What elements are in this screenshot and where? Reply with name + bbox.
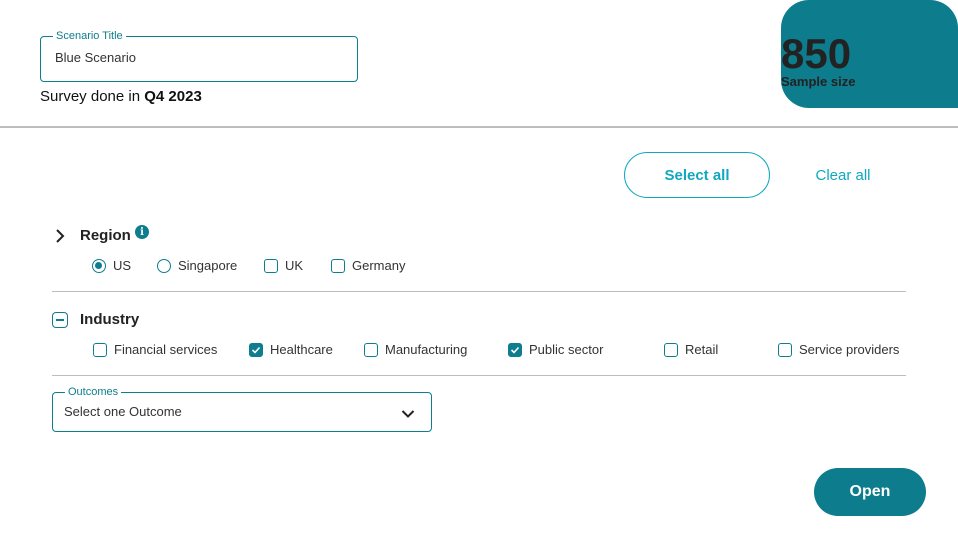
checkbox-icon[interactable] [664,342,678,357]
industry-option-label: Financial services [114,342,218,357]
checkbox-icon[interactable] [778,342,792,357]
clear-all-button[interactable]: Clear all [800,152,886,198]
select-all-button[interactable]: Select all [624,152,770,198]
survey-period-text: Survey done in Q4 2023 [40,88,202,105]
industry-title: Industry [80,311,140,328]
checkbox-icon[interactable] [331,258,345,273]
checkbox-checked-icon[interactable] [249,342,263,357]
industry-option-retail[interactable]: Retail [664,342,718,357]
scenario-title-input[interactable] [55,50,335,65]
survey-period: Q4 2023 [144,88,202,105]
survey-prefix: Survey done in [40,88,141,105]
radio-selected-icon[interactable] [92,258,106,273]
industry-option-financial-services[interactable]: Financial services [93,342,217,357]
region-option-label: Germany [352,258,406,273]
chevron-down-icon[interactable] [401,406,415,424]
region-option-label: Singapore [178,258,238,273]
scenario-title-field[interactable]: Scenario Title [40,29,358,82]
checkbox-icon[interactable] [93,342,107,357]
industry-option-label: Retail [685,342,719,357]
industry-divider [52,375,906,376]
region-divider [52,291,906,292]
checkbox-checked-icon[interactable] [508,342,522,357]
scenario-title-legend: Scenario Title [53,29,126,43]
sample-size-card: 850 Sample size [781,0,958,108]
industry-option-service-providers[interactable]: Service providers [778,342,899,357]
industry-option-public-sector[interactable]: Public sector [508,342,603,357]
chevron-right-icon[interactable] [52,228,68,244]
industry-option-label: Service providers [799,342,900,357]
header-divider [0,126,958,128]
industry-option-manufacturing[interactable]: Manufacturing [364,342,467,357]
open-button[interactable]: Open [814,468,926,516]
checkbox-icon[interactable] [264,258,278,273]
region-option-label: US [113,258,132,273]
industry-option-healthcare[interactable]: Healthcare [249,342,333,357]
region-title: Region [80,227,131,244]
info-icon[interactable]: i [135,225,149,239]
sample-size-label: Sample size [781,74,856,89]
outcomes-select[interactable]: Outcomes Select one Outcome [52,385,432,432]
collapse-minus-icon[interactable] [52,312,68,328]
industry-option-label: Healthcare [270,342,333,357]
sample-size-value: 850 [781,30,852,77]
region-option-label: UK [285,258,304,273]
outcomes-selected-value: Select one Outcome [64,404,182,419]
industry-option-label: Public sector [529,342,604,357]
region-option-us[interactable]: US [92,258,131,273]
region-option-singapore[interactable]: Singapore [157,258,237,273]
region-option-germany[interactable]: Germany [331,258,405,273]
radio-icon[interactable] [157,258,171,273]
outcomes-legend: Outcomes [65,385,122,399]
industry-option-label: Manufacturing [385,342,468,357]
region-option-uk[interactable]: UK [264,258,303,273]
checkbox-icon[interactable] [364,342,378,357]
